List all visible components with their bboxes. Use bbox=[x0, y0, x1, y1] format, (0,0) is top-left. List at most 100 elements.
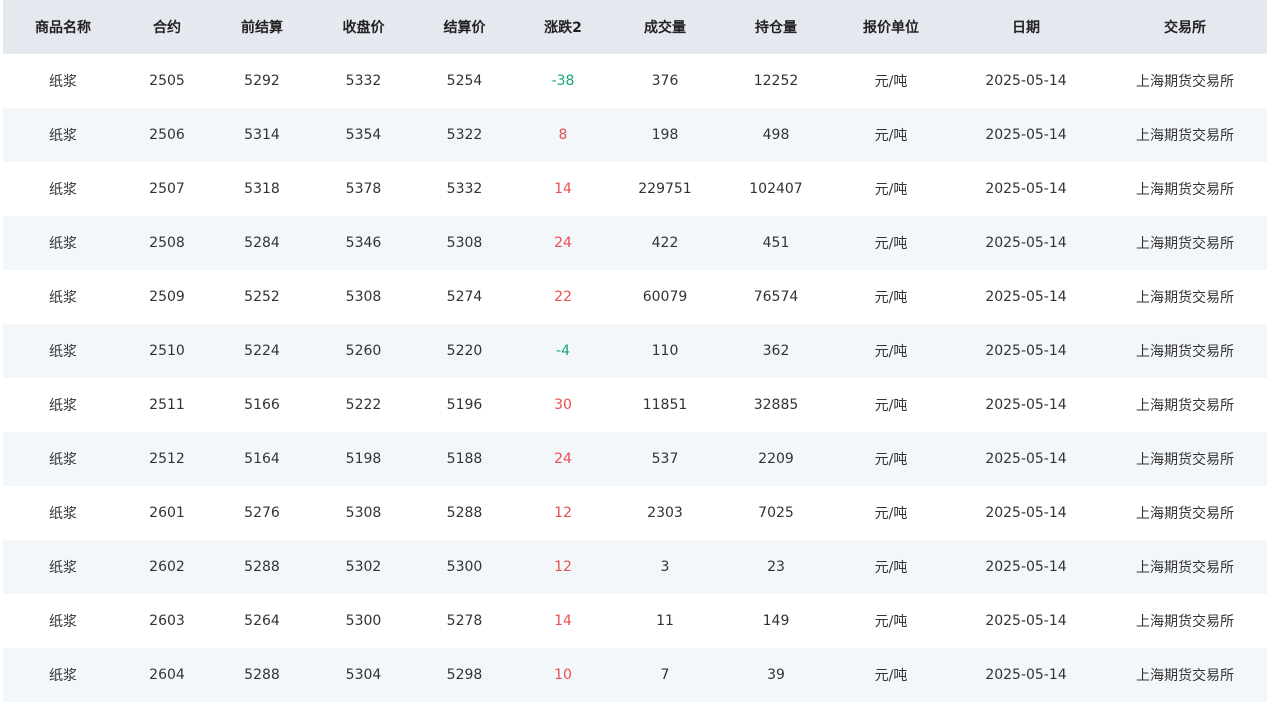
cell-quote-unit: 元/吨 bbox=[833, 540, 949, 594]
column-header-prev-settle: 前结算 bbox=[211, 0, 313, 54]
cell-close-price: 5346 bbox=[313, 216, 414, 270]
cell-date: 2025-05-14 bbox=[949, 432, 1103, 486]
cell-exchange: 上海期货交易所 bbox=[1103, 432, 1267, 486]
cell-exchange: 上海期货交易所 bbox=[1103, 540, 1267, 594]
cell-date: 2025-05-14 bbox=[949, 540, 1103, 594]
table-row: 纸浆 2601 5276 5308 5288 12 2303 7025 元/吨 2025-05-1… bbox=[3, 486, 1267, 540]
cell-open-interest: 2209 bbox=[719, 432, 833, 486]
cell-exchange: 上海期货交易所 bbox=[1136, 74, 1234, 90]
cell-settle-price: 5278 bbox=[446, 613, 483, 629]
cell-product-name: 纸浆 bbox=[3, 216, 123, 270]
table-row: 纸浆 2602 5288 5302 5300 12 3 23 元/吨 2025-05-14 上海期货… bbox=[3, 540, 1267, 594]
cell-quote-unit: 元/吨 bbox=[874, 506, 908, 522]
cell-settle-price: 5332 bbox=[446, 181, 483, 197]
cell-volume: 60079 bbox=[642, 289, 688, 305]
cell-change: -4 bbox=[515, 324, 611, 378]
futures-quote-table: 商品名称 合约 前结算 收盘价 结算价 涨跌2 成交量 持仓量 报价单位 日期 交易所 纸浆 2505… bbox=[3, 0, 1267, 702]
cell-quote-unit: 元/吨 bbox=[833, 216, 949, 270]
cell-open-interest: 149 bbox=[762, 613, 790, 629]
cell-date: 2025-05-14 bbox=[985, 73, 1067, 89]
cell-change: 14 bbox=[554, 613, 572, 629]
cell-exchange: 上海期货交易所 bbox=[1136, 506, 1234, 522]
cell-settle-price: 5288 bbox=[446, 505, 483, 521]
table-row: 纸浆 2511 5166 5222 5196 30 11851 32885 元/吨 2025-05… bbox=[3, 378, 1267, 432]
cell-product-name: 纸浆 bbox=[49, 74, 77, 90]
column-header-open-interest: 持仓量 bbox=[719, 0, 833, 54]
cell-date: 2025-05-14 bbox=[985, 397, 1067, 413]
cell-product-name: 纸浆 bbox=[49, 182, 77, 198]
cell-close-price: 5308 bbox=[345, 289, 382, 305]
cell-quote-unit: 元/吨 bbox=[874, 182, 908, 198]
cell-volume: 422 bbox=[611, 216, 719, 270]
cell-date: 2025-05-14 bbox=[985, 505, 1067, 521]
cell-settle-price: 5322 bbox=[414, 108, 515, 162]
cell-change: 22 bbox=[554, 289, 572, 305]
cell-close-price: 5300 bbox=[345, 613, 382, 629]
futures-quote-table-container: 商品名称 合约 前结算 收盘价 结算价 涨跌2 成交量 持仓量 报价单位 日期 交易所 纸浆 2505… bbox=[3, 0, 1267, 702]
table-body: 纸浆 2505 5292 5332 5254 -38 376 12252 元/吨 2025-05-… bbox=[3, 54, 1267, 702]
cell-product-name: 纸浆 bbox=[3, 432, 123, 486]
cell-close-price: 5222 bbox=[345, 397, 382, 413]
cell-open-interest: 498 bbox=[719, 108, 833, 162]
cell-settle-price: 5220 bbox=[414, 324, 515, 378]
table-row: 纸浆 2506 5314 5354 5322 8 198 498 元/吨 2025-05-14 上海… bbox=[3, 108, 1267, 162]
table-row: 纸浆 2505 5292 5332 5254 -38 376 12252 元/吨 2025-05-… bbox=[3, 54, 1267, 108]
cell-open-interest: 32885 bbox=[753, 397, 799, 413]
cell-quote-unit: 元/吨 bbox=[874, 614, 908, 630]
cell-quote-unit: 元/吨 bbox=[874, 290, 908, 306]
column-header-quote-unit: 报价单位 bbox=[833, 0, 949, 54]
cell-change: -38 bbox=[551, 73, 575, 89]
cell-settle-price: 5196 bbox=[446, 397, 483, 413]
cell-close-price: 5308 bbox=[345, 505, 382, 521]
cell-date: 2025-05-14 bbox=[949, 216, 1103, 270]
cell-product-name: 纸浆 bbox=[3, 540, 123, 594]
cell-settle-price: 5188 bbox=[414, 432, 515, 486]
cell-prev-settle: 5284 bbox=[211, 216, 313, 270]
column-header-settle-price: 结算价 bbox=[414, 0, 515, 54]
cell-contract: 2506 bbox=[123, 108, 211, 162]
cell-open-interest: 7025 bbox=[758, 505, 794, 521]
cell-prev-settle: 5224 bbox=[211, 324, 313, 378]
cell-volume: 2303 bbox=[647, 505, 683, 521]
cell-exchange: 上海期货交易所 bbox=[1136, 398, 1234, 414]
column-header-date: 日期 bbox=[949, 0, 1103, 54]
cell-quote-unit: 元/吨 bbox=[833, 324, 949, 378]
cell-prev-settle: 5288 bbox=[211, 648, 313, 702]
cell-settle-price: 5308 bbox=[414, 216, 515, 270]
cell-quote-unit: 元/吨 bbox=[833, 108, 949, 162]
cell-exchange: 上海期货交易所 bbox=[1103, 324, 1267, 378]
header-row: 商品名称 合约 前结算 收盘价 结算价 涨跌2 成交量 持仓量 报价单位 日期 交易所 bbox=[3, 0, 1267, 54]
cell-open-interest: 39 bbox=[719, 648, 833, 702]
cell-exchange: 上海期货交易所 bbox=[1103, 648, 1267, 702]
cell-open-interest: 451 bbox=[719, 216, 833, 270]
cell-contract: 2511 bbox=[149, 397, 185, 413]
cell-quote-unit: 元/吨 bbox=[874, 398, 908, 414]
cell-quote-unit: 元/吨 bbox=[833, 648, 949, 702]
cell-settle-price: 5298 bbox=[414, 648, 515, 702]
table-row: 纸浆 2508 5284 5346 5308 24 422 451 元/吨 2025-05-14 上… bbox=[3, 216, 1267, 270]
cell-contract: 2604 bbox=[123, 648, 211, 702]
cell-change: 24 bbox=[515, 216, 611, 270]
cell-contract: 2602 bbox=[123, 540, 211, 594]
cell-contract: 2603 bbox=[149, 613, 185, 629]
cell-close-price: 5198 bbox=[313, 432, 414, 486]
cell-exchange: 上海期货交易所 bbox=[1136, 614, 1234, 630]
cell-contract: 2508 bbox=[123, 216, 211, 270]
cell-product-name: 纸浆 bbox=[49, 614, 77, 630]
cell-close-price: 5332 bbox=[345, 73, 382, 89]
cell-volume: 3 bbox=[611, 540, 719, 594]
cell-date: 2025-05-14 bbox=[949, 648, 1103, 702]
cell-volume: 11851 bbox=[642, 397, 688, 413]
cell-close-price: 5260 bbox=[313, 324, 414, 378]
cell-volume: 537 bbox=[611, 432, 719, 486]
cell-volume: 376 bbox=[651, 73, 679, 89]
cell-contract: 2510 bbox=[123, 324, 211, 378]
table-header: 商品名称 合约 前结算 收盘价 结算价 涨跌2 成交量 持仓量 报价单位 日期 交易所 bbox=[3, 0, 1267, 54]
cell-open-interest: 102407 bbox=[749, 181, 803, 197]
table-row: 纸浆 2512 5164 5198 5188 24 537 2209 元/吨 2025-05-14… bbox=[3, 432, 1267, 486]
cell-volume: 11 bbox=[656, 613, 674, 629]
cell-contract: 2509 bbox=[149, 289, 185, 305]
column-header-volume: 成交量 bbox=[611, 0, 719, 54]
cell-contract: 2601 bbox=[149, 505, 185, 521]
cell-exchange: 上海期货交易所 bbox=[1136, 290, 1234, 306]
